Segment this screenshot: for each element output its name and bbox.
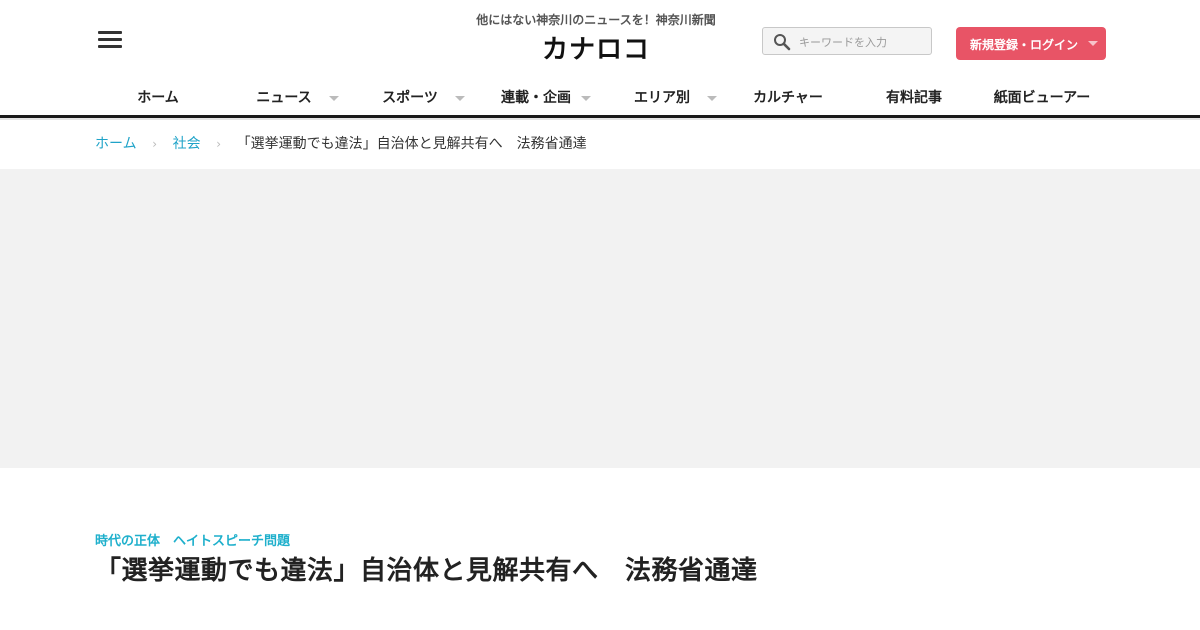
breadcrumb-section-link[interactable]: 社会 bbox=[173, 136, 201, 152]
nav-shadow bbox=[0, 118, 1200, 120]
nav-item-paid-articles[interactable]: 有料記事 bbox=[851, 80, 977, 114]
chevron-right-icon: › bbox=[152, 137, 157, 151]
breadcrumb-home-link[interactable]: ホーム bbox=[95, 136, 137, 152]
main-nav: ホーム ニュース スポーツ 連載・企画 エリア別 カルチャー 有料記事 紙面ビュ… bbox=[95, 80, 1106, 114]
chevron-down-icon[interactable] bbox=[581, 96, 591, 101]
signup-login-button[interactable]: 新規登録・ログイン bbox=[956, 27, 1106, 60]
site-header: 他にはない神奈川のニュースを！神奈川新聞 カナロコ 新規登録・ログイン ホーム … bbox=[0, 0, 1200, 118]
article-title: 「選挙運動でも違法」自治体と見解共有へ 法務省通達 bbox=[95, 556, 758, 586]
chevron-down-icon[interactable] bbox=[707, 96, 717, 101]
breadcrumb: ホーム › 社会 › 「選挙運動でも違法」自治体と見解共有へ 法務省通達 bbox=[95, 133, 587, 155]
chevron-down-icon[interactable] bbox=[329, 96, 339, 101]
site-logo[interactable]: カナロコ bbox=[540, 33, 652, 67]
chevron-right-icon: › bbox=[216, 137, 221, 151]
chevron-down-icon bbox=[1088, 41, 1098, 46]
chevron-down-icon[interactable] bbox=[455, 96, 465, 101]
article-category-link[interactable]: 時代の正体 ヘイトスピーチ問題 bbox=[95, 530, 290, 549]
nav-item-culture[interactable]: カルチャー bbox=[725, 80, 851, 114]
signup-login-label: 新規登録・ログイン bbox=[970, 38, 1079, 52]
breadcrumb-current: 「選挙運動でも違法」自治体と見解共有へ 法務省通達 bbox=[236, 136, 587, 152]
nav-item-paper-viewer[interactable]: 紙面ビューアー bbox=[977, 80, 1107, 114]
site-tagline: 他にはない神奈川のニュースを！神奈川新聞 bbox=[476, 13, 716, 27]
search-input[interactable] bbox=[799, 32, 927, 52]
hamburger-menu-icon[interactable] bbox=[98, 31, 122, 49]
search-box[interactable] bbox=[762, 27, 932, 55]
nav-item-home[interactable]: ホーム bbox=[95, 80, 221, 114]
search-icon[interactable] bbox=[773, 33, 791, 51]
ad-placeholder bbox=[0, 169, 1200, 468]
